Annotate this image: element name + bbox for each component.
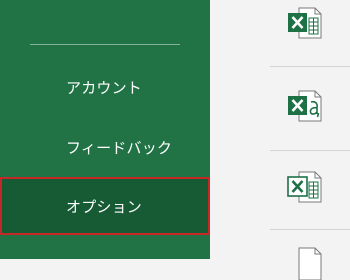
file-separator: [270, 66, 350, 67]
excel-addin-icon[interactable]: [287, 89, 323, 123]
sidebar-item-label: オプション: [66, 197, 143, 216]
sidebar-divider: [30, 44, 180, 45]
sidebar-item-account[interactable]: アカウント: [0, 58, 210, 116]
sidebar-item-label: アカウント: [66, 78, 143, 97]
excel-xml-icon[interactable]: [287, 170, 323, 204]
excel-workbook-icon[interactable]: [287, 6, 323, 40]
recent-files-panel: [210, 0, 350, 280]
backstage-sidebar: アカウント フィードバック オプション: [0, 0, 210, 259]
file-icon[interactable]: [287, 246, 323, 280]
file-separator: [270, 229, 350, 230]
sidebar-item-feedback[interactable]: フィードバック: [0, 118, 210, 176]
sidebar-item-label: フィードバック: [66, 138, 173, 157]
sidebar-item-options[interactable]: オプション: [0, 177, 210, 235]
file-separator: [270, 150, 350, 151]
